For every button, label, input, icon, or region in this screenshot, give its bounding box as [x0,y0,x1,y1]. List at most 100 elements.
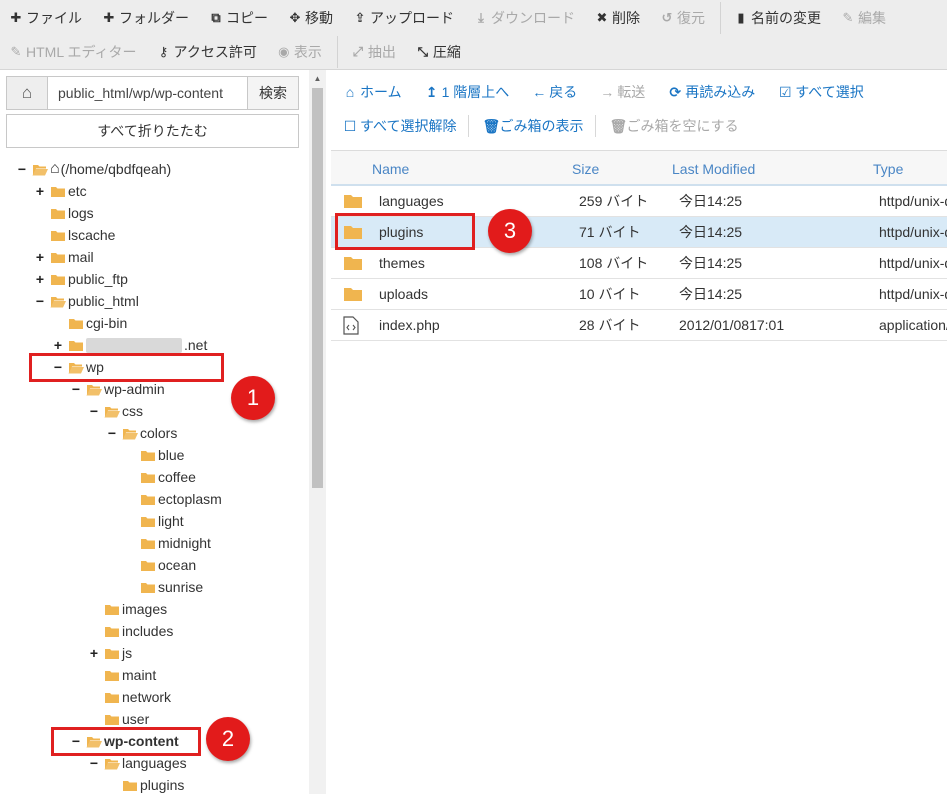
tree-node-midnight[interactable]: +midnight [124,532,211,554]
rename-button[interactable]: ▮ 名前の変更 [725,3,832,33]
view-trash-button[interactable]: 🗑 ごみ箱の表示 [470,112,594,140]
tree-node-blue[interactable]: +blue [124,444,184,466]
select-all-button[interactable]: ☑ すべて選択 [766,78,874,106]
path-input[interactable] [48,76,247,110]
folder-icon [50,251,66,264]
html-editor-button[interactable]: ✎ HTML エディター [0,37,148,67]
tree-node-languages[interactable]: − languages [88,752,187,774]
restore-button[interactable]: ↺ 復元 [651,3,716,33]
tree-node-user[interactable]: +user [88,708,149,730]
expand-toggle-icon[interactable]: + [34,249,46,265]
tree-node-etc[interactable]: + etc [34,180,87,202]
path-search-button[interactable]: 検索 [247,76,299,110]
tree-node-wp[interactable]: − wp [52,356,104,378]
table-row[interactable]: plugins 71 バイト 今日14:25 httpd/unix-directory [331,217,947,248]
table-row[interactable]: index.php 28 バイト 2012/01/0817:01 applicatio… [331,310,947,341]
file-name: index.php [379,317,440,333]
collapse-toggle-icon[interactable]: − [52,359,64,375]
collapse-toggle-icon[interactable]: − [34,293,46,309]
new-folder-button[interactable]: ✚ フォルダー [93,3,200,33]
tree-node-label: logs [68,205,94,221]
home-icon: ⌂ [50,160,60,177]
tree-node-includes[interactable]: +includes [88,620,173,642]
file-list-pane: ⌂ ホーム ↥ 1 階層上へ ← 戻る → 転送 ⟳ 再読み込み ☑ すべて選択 ☐ すべて選… [331,70,947,794]
column-header-type[interactable]: Type [873,151,903,186]
extract-button[interactable]: ⤢ 抽出 [342,37,407,67]
nav-row-1: ⌂ ホーム ↥ 1 階層上へ ← 戻る → 転送 ⟳ 再読み込み ☑ すべて選択 [331,75,875,109]
tree-node-ectoplasm[interactable]: +ectoplasm [124,488,222,510]
tree-node-public-ftp[interactable]: + public_ftp [34,268,128,290]
folder-icon [140,559,156,572]
collapse-toggle-icon[interactable]: − [70,381,82,397]
tree-node-label: blue [158,447,185,463]
table-row[interactable]: uploads 10 バイト 今日14:25 httpd/unix-directory [331,279,947,310]
file-name: themes [379,255,425,271]
scroll-up-icon[interactable]: ▲ [309,70,326,87]
scrollbar-thumb[interactable] [312,88,323,488]
deselect-all-button[interactable]: ☐ すべて選択解除 [331,112,467,140]
reload-button[interactable]: ⟳ 再読み込み [656,78,766,106]
tree-node-public-html[interactable]: − public_html [34,290,139,312]
table-row[interactable]: languages 259 バイト 今日14:25 httpd/unix-direct… [331,186,947,217]
expand-toggle-icon[interactable]: + [88,645,100,661]
tree-scrollbar[interactable]: ▲ [309,70,326,794]
table-row[interactable]: themes 108 バイト 今日14:25 httpd/unix-directory [331,248,947,279]
tree-node-wp-admin[interactable]: − wp-admin [70,378,165,400]
new-file-button[interactable]: ✚ ファイル [0,3,93,33]
compress-button[interactable]: ⤡ 圧縮 [407,37,472,67]
collapse-toggle-icon[interactable]: − [70,733,82,749]
tree-node-ocean[interactable]: +ocean [124,554,196,576]
tree-node-plugins[interactable]: +plugins [106,774,184,794]
tree-node-wp-content[interactable]: − wp-content [70,730,179,752]
expand-toggle-icon[interactable]: + [52,337,64,353]
empty-trash-button[interactable]: 🗑 ごみ箱を空にする [597,112,749,140]
tree-node-js[interactable]: + js [88,642,132,664]
tree-node-css[interactable]: − css [88,400,143,422]
collapse-all-button[interactable]: すべて折りたたむ [6,114,299,148]
collapse-toggle-icon[interactable]: − [106,425,118,441]
folder-icon [343,217,363,247]
tree-node-label: ocean [158,557,197,573]
collapse-toggle-icon[interactable]: − [88,755,100,771]
expand-icon: ⤢ [352,44,364,59]
tree-node-label: images [122,601,168,617]
tree-node-cgi-bin[interactable]: +cgi-bin [52,312,127,334]
copy-button[interactable]: ⧉ コピー [200,3,279,33]
delete-button[interactable]: ✖ 削除 [586,3,651,33]
up-one-level-button[interactable]: ↥ 1 階層上へ [413,78,521,106]
tree-home-button[interactable]: ⌂ [6,76,48,110]
tree-node-mail[interactable]: + mail [34,246,94,268]
tree-node-sunrise[interactable]: +sunrise [124,576,203,598]
tree-node-network[interactable]: +network [88,686,171,708]
column-header-size[interactable]: Size [572,151,599,186]
tree-node-root[interactable]: − ⌂ (/home/qbdfqeah) [16,158,171,180]
tree-node-images[interactable]: +images [88,598,167,620]
permissions-button[interactable]: ⚷ アクセス許可 [148,37,268,67]
forward-button[interactable]: → 転送 [588,78,656,106]
tree-node-maint[interactable]: +maint [88,664,156,686]
folder-icon [343,186,363,216]
download-button[interactable]: ⤓ ダウンロード [465,3,586,33]
column-header-modified[interactable]: Last Modified [672,151,755,186]
tree-node-colors[interactable]: − colors [106,422,177,444]
tree-node-light[interactable]: +light [124,510,184,532]
tree-node-domain[interactable]: + .net [52,334,207,356]
tree-node-label: user [122,711,150,727]
collapse-toggle-icon[interactable]: − [16,161,28,177]
tree-node-lscache[interactable]: +lscache [34,224,115,246]
edit-button[interactable]: ✎ 編集 [832,3,897,33]
expand-toggle-icon[interactable]: + [34,183,46,199]
tree-node-coffee[interactable]: +coffee [124,466,196,488]
back-button[interactable]: ← 戻る [520,78,588,106]
tree-node-logs[interactable]: +logs [34,202,94,224]
upload-button[interactable]: ⇪ アップロード [344,3,465,33]
expand-toggle-icon[interactable]: + [34,271,46,287]
folder-icon [68,339,84,352]
move-button[interactable]: ✥ 移動 [279,3,344,33]
plus-icon: ✚ [103,10,115,25]
view-button[interactable]: ◉ 表示 [268,37,333,67]
home-button[interactable]: ⌂ ホーム [331,78,413,106]
column-header-name[interactable]: Name [372,151,409,186]
tree-node-label: coffee [158,469,196,485]
collapse-toggle-icon[interactable]: − [88,403,100,419]
